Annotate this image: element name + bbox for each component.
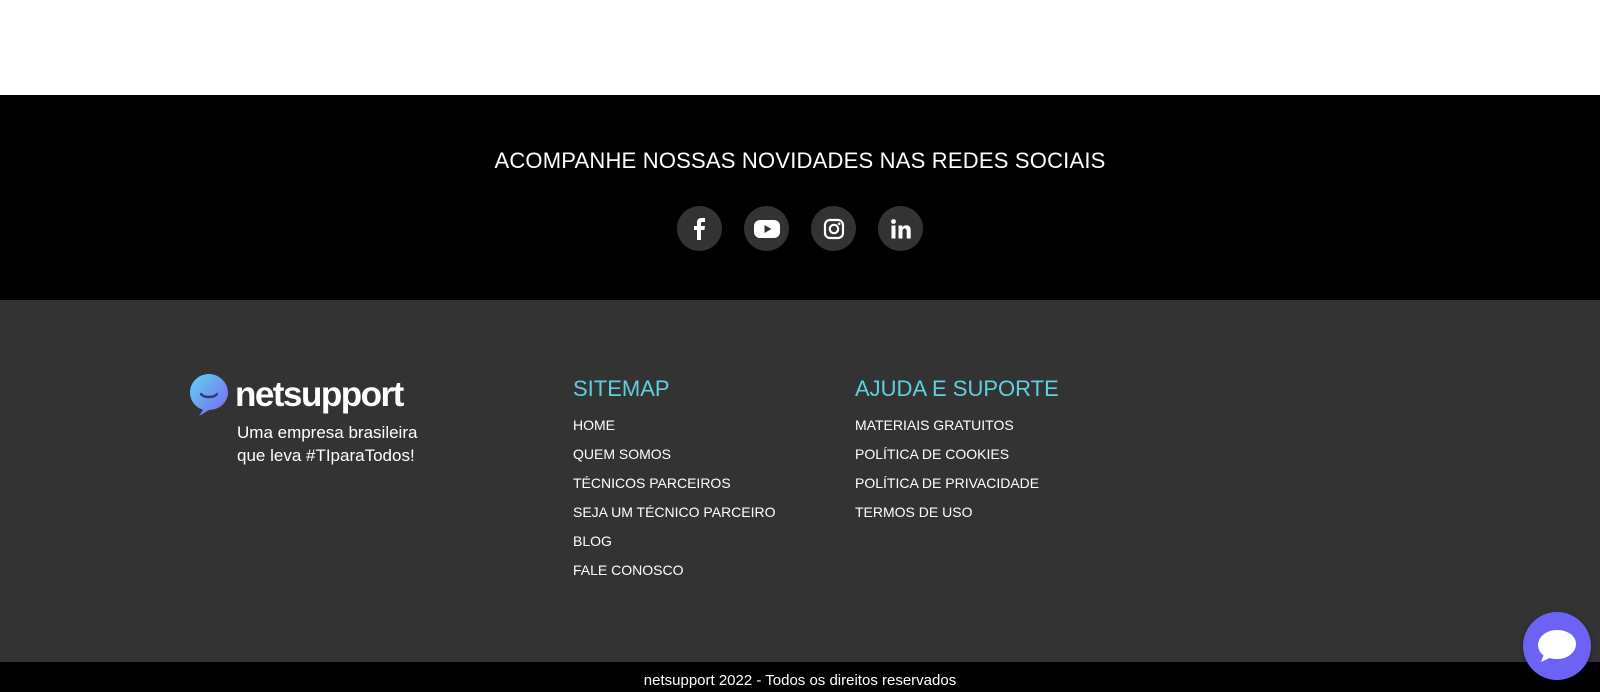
tagline-line-2: que leva #TIparaTodos! (237, 446, 415, 465)
social-section-title: ACOMPANHE NOSSAS NOVIDADES NAS REDES SOC… (494, 148, 1106, 173)
sitemap-link-quem-somos[interactable]: QUEM SOMOS (573, 446, 671, 462)
youtube-link[interactable] (744, 206, 789, 251)
sitemap-item: QUEM SOMOS (573, 440, 776, 469)
sitemap-item: HOME (573, 411, 776, 440)
youtube-icon (753, 219, 780, 238)
help-link-termos[interactable]: TERMOS DE USO (855, 504, 972, 520)
brand-name: netsupport (235, 375, 404, 414)
page-top-area (0, 0, 1600, 95)
help-list: MATERIAIS GRATUITOS POLÍTICA DE COOKIES … (855, 411, 1059, 527)
facebook-icon (693, 217, 705, 240)
instagram-icon (823, 218, 844, 239)
site-footer: netsupport Uma empresa brasileira que le… (0, 300, 1600, 662)
help-item: MATERIAIS GRATUITOS (855, 411, 1059, 440)
facebook-link[interactable] (677, 206, 722, 251)
copyright-text: netsupport 2022 - Todos os direitos rese… (643, 672, 957, 689)
sitemap-link-home[interactable]: HOME (573, 417, 615, 433)
sitemap-link-blog[interactable]: BLOG (573, 533, 612, 549)
sitemap-column: SITEMAP HOME QUEM SOMOS TÉCNICOS PARCEIR… (573, 375, 776, 585)
help-item: POLÍTICA DE COOKIES (855, 440, 1059, 469)
chat-widget-button[interactable] (1523, 612, 1591, 680)
sitemap-link-tecnicos-parceiros[interactable]: TÉCNICOS PARCEIROS (573, 475, 731, 491)
help-item: POLÍTICA DE PRIVACIDADE (855, 469, 1059, 498)
help-link-materiais[interactable]: MATERIAIS GRATUITOS (855, 417, 1014, 433)
netsupport-logo[interactable]: netsupport (189, 373, 417, 417)
sitemap-link-fale-conosco[interactable]: FALE CONOSCO (573, 562, 683, 578)
sitemap-item: FALE CONOSCO (573, 556, 776, 585)
social-links (0, 206, 1600, 251)
social-section: ACOMPANHE NOSSAS NOVIDADES NAS REDES SOC… (0, 95, 1600, 300)
netsupport-logo-icon (190, 374, 228, 416)
sitemap-item: TÉCNICOS PARCEIROS (573, 469, 776, 498)
sitemap-item: SEJA UM TÉCNICO PARCEIRO (573, 498, 776, 527)
linkedin-icon (890, 218, 911, 238)
chat-bubble-icon (1538, 630, 1576, 662)
sitemap-list: HOME QUEM SOMOS TÉCNICOS PARCEIROS SEJA … (573, 411, 776, 585)
help-column: AJUDA E SUPORTE MATERIAIS GRATUITOS POLÍ… (855, 375, 1059, 527)
help-link-cookies[interactable]: POLÍTICA DE COOKIES (855, 446, 1009, 462)
brand-tagline: Uma empresa brasileira que leva #TIparaT… (237, 421, 417, 467)
help-item: TERMOS DE USO (855, 498, 1059, 527)
sitemap-link-seja-tecnico[interactable]: SEJA UM TÉCNICO PARCEIRO (573, 504, 776, 520)
instagram-link[interactable] (811, 206, 856, 251)
help-title: AJUDA E SUPORTE (855, 376, 1059, 401)
help-link-privacidade[interactable]: POLÍTICA DE PRIVACIDADE (855, 475, 1039, 491)
brand-block: netsupport Uma empresa brasileira que le… (189, 373, 417, 467)
sitemap-item: BLOG (573, 527, 776, 556)
linkedin-link[interactable] (878, 206, 923, 251)
copyright-bar: netsupport 2022 - Todos os direitos rese… (0, 662, 1600, 692)
sitemap-title: SITEMAP (573, 376, 670, 401)
tagline-line-1: Uma empresa brasileira (237, 423, 418, 442)
